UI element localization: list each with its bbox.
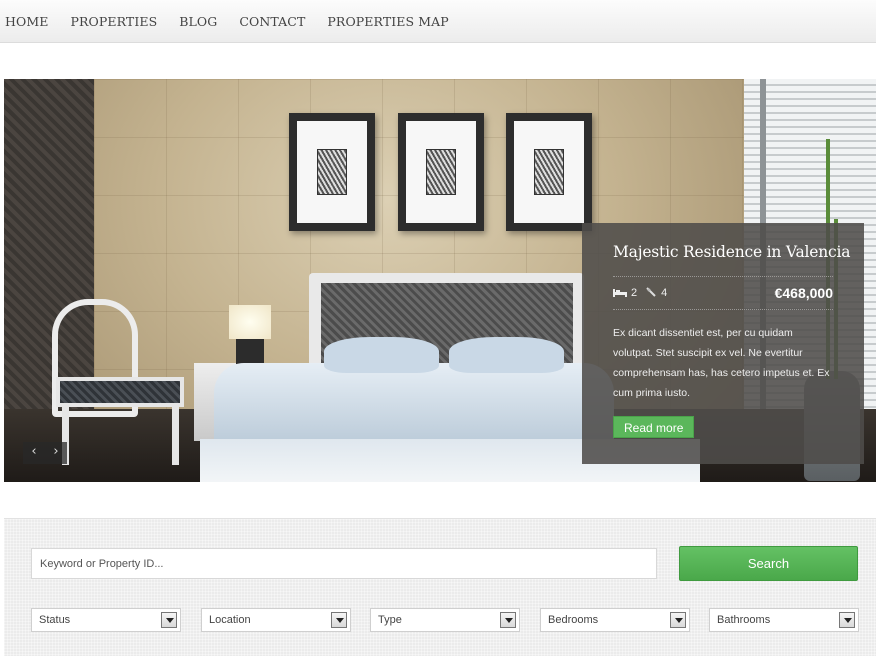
wall-art-frame bbox=[289, 113, 375, 231]
pillow bbox=[449, 337, 564, 373]
chevron-down-icon bbox=[670, 612, 686, 628]
wall-art-frame bbox=[398, 113, 484, 231]
featured-property-caption: Majestic Residence in Valencia 2 4 €468,… bbox=[582, 223, 864, 464]
bedrooms-count: 2 bbox=[631, 287, 638, 299]
bath-icon bbox=[646, 286, 657, 300]
location-select-value: Location bbox=[209, 614, 251, 626]
slider-prev-button[interactable]: ‹ bbox=[23, 442, 45, 464]
chevron-down-icon bbox=[331, 612, 347, 628]
read-more-button[interactable]: Read more bbox=[613, 416, 695, 438]
bathrooms-count: 4 bbox=[661, 287, 668, 299]
pillow bbox=[324, 337, 439, 373]
property-meta: 2 4 €468,000 bbox=[613, 276, 833, 310]
property-title[interactable]: Majestic Residence in Valencia bbox=[613, 243, 851, 261]
nav-item-home[interactable]: HOME bbox=[5, 14, 48, 29]
bathrooms-select-value: Bathrooms bbox=[717, 614, 771, 626]
nav-item-properties-map[interactable]: PROPERTIES MAP bbox=[327, 14, 448, 29]
slider-next-button[interactable]: › bbox=[45, 442, 67, 464]
keyword-search-input[interactable] bbox=[31, 548, 657, 579]
type-select-value: Type bbox=[378, 614, 402, 626]
chevron-down-icon bbox=[161, 612, 177, 628]
chevron-down-icon bbox=[500, 612, 516, 628]
type-select[interactable]: Type bbox=[370, 608, 520, 632]
bedrooms-select[interactable]: Bedrooms bbox=[540, 608, 690, 632]
top-navigation: HOME PROPERTIES BLOG CONTACT PROPERTIES … bbox=[0, 0, 876, 43]
nav-item-properties[interactable]: PROPERTIES bbox=[70, 14, 157, 29]
property-search-panel: Search Status Location Type Bedrooms Bat… bbox=[4, 518, 876, 656]
slider-controls: ‹ › bbox=[23, 442, 67, 464]
bed-icon bbox=[613, 287, 627, 300]
location-select[interactable]: Location bbox=[201, 608, 351, 632]
status-select-value: Status bbox=[39, 614, 71, 626]
status-select[interactable]: Status bbox=[31, 608, 181, 632]
wall-art-frame bbox=[506, 113, 592, 231]
nav-item-blog[interactable]: BLOG bbox=[179, 14, 217, 29]
bathrooms-select[interactable]: Bathrooms bbox=[709, 608, 859, 632]
chevron-down-icon bbox=[839, 612, 855, 628]
bedrooms-select-value: Bedrooms bbox=[548, 614, 599, 626]
chair-seat bbox=[56, 377, 184, 407]
lamp-shade bbox=[229, 305, 271, 339]
nav-item-contact[interactable]: CONTACT bbox=[239, 14, 305, 29]
search-button[interactable]: Search bbox=[679, 546, 858, 581]
property-price: €468,000 bbox=[774, 285, 833, 301]
property-description: Ex dicant dissentiet est, per cu quidam … bbox=[613, 327, 830, 399]
chair-leg bbox=[172, 405, 179, 465]
